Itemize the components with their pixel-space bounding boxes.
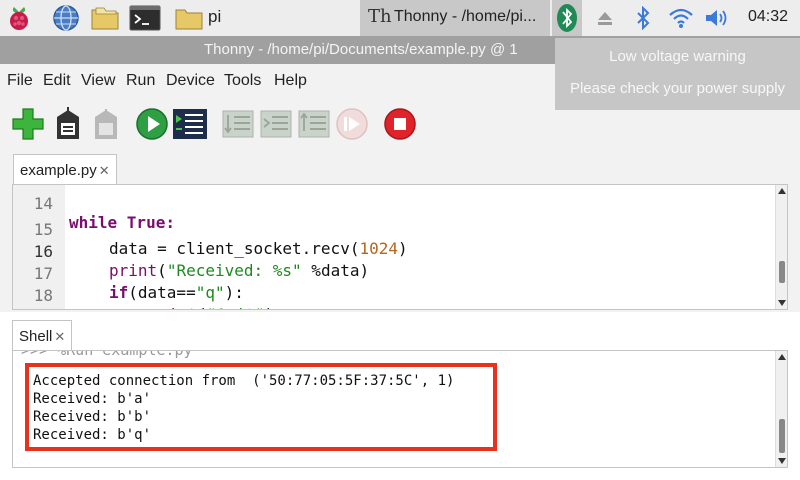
task-button-label: Thonny - /home/pi... bbox=[394, 8, 537, 25]
folder-icon[interactable] bbox=[172, 2, 206, 34]
shell-output-line: Received: b'a' bbox=[33, 391, 152, 407]
scroll-up-icon[interactable] bbox=[778, 354, 786, 360]
new-file-icon[interactable] bbox=[10, 106, 46, 142]
line-number: 19 bbox=[13, 308, 53, 309]
window-title: Thonny - /home/pi/Documents/example.py @… bbox=[204, 41, 518, 58]
step-over-icon[interactable] bbox=[220, 106, 256, 142]
shell-console[interactable]: >>> %Run example.py Accepted connection … bbox=[12, 350, 788, 468]
scroll-down-icon[interactable] bbox=[778, 300, 786, 306]
tab-shell[interactable]: Shell ✕ bbox=[12, 320, 73, 352]
bluetooth-icon[interactable] bbox=[626, 2, 660, 34]
resume-icon[interactable] bbox=[334, 106, 370, 142]
code-line: 14 while True: bbox=[13, 185, 777, 232]
menu-device[interactable]: Device bbox=[166, 72, 215, 90]
code-line: 17 if(data=="q"): bbox=[13, 245, 777, 302]
terminal-icon[interactable] bbox=[128, 2, 162, 34]
editor-scrollbar[interactable] bbox=[775, 185, 787, 309]
clock[interactable]: 04:32 bbox=[748, 8, 788, 26]
code-line: 15 data = client_socket.recv(1024) bbox=[13, 201, 777, 258]
scroll-down-icon[interactable] bbox=[778, 458, 786, 464]
shell-output-line: Accepted connection from ('50:77:05:5F:3… bbox=[33, 373, 455, 389]
file-manager-icon[interactable] bbox=[88, 2, 122, 34]
stop-icon[interactable] bbox=[382, 106, 418, 142]
shell-scrollbar[interactable] bbox=[775, 351, 787, 467]
scroll-thumb[interactable] bbox=[779, 261, 785, 283]
thonny-task-button[interactable]: Th Thonny - /home/pi... bbox=[360, 0, 550, 36]
menu-file[interactable]: File bbox=[7, 72, 33, 90]
shell-prompt-line: >>> %Run example.py bbox=[21, 350, 193, 359]
code-editor[interactable]: 14 while True: 15 data = client_socket.r… bbox=[12, 184, 788, 310]
close-tab-icon[interactable]: ✕ bbox=[99, 163, 110, 178]
shell-output-line: Received: b'b' bbox=[33, 409, 152, 425]
low-voltage-notification[interactable]: Low voltage warning Please check your po… bbox=[555, 38, 800, 110]
code-line: 19 break bbox=[13, 289, 777, 309]
close-tab-icon[interactable]: ✕ bbox=[54, 329, 65, 344]
volume-icon[interactable] bbox=[700, 2, 734, 34]
open-file-icon[interactable] bbox=[50, 106, 86, 142]
debug-icon[interactable] bbox=[172, 106, 208, 142]
thonny-app-icon: Th bbox=[368, 6, 392, 27]
raspberry-menu-icon[interactable] bbox=[2, 2, 36, 34]
scroll-up-icon[interactable] bbox=[778, 188, 786, 194]
scroll-thumb[interactable] bbox=[779, 419, 785, 453]
step-into-icon[interactable] bbox=[258, 106, 294, 142]
menu-run[interactable]: Run bbox=[126, 72, 155, 90]
code-line: 18 print("Quit") bbox=[13, 267, 777, 309]
run-icon[interactable] bbox=[134, 106, 170, 142]
folder-label[interactable]: pi bbox=[208, 7, 221, 27]
code-line: 16 print("Received: %s" %data) bbox=[13, 223, 777, 280]
menu-edit[interactable]: Edit bbox=[43, 72, 71, 90]
notification-title: Low voltage warning bbox=[609, 48, 746, 65]
menu-tools[interactable]: Tools bbox=[224, 72, 261, 90]
menu-help[interactable]: Help bbox=[274, 72, 307, 90]
tab-label: Shell bbox=[19, 328, 53, 345]
notification-message: Please check your power supply bbox=[569, 80, 786, 97]
eject-icon[interactable] bbox=[588, 2, 622, 34]
shell-output-line: Received: b'q' bbox=[33, 427, 152, 443]
system-taskbar: pi Th Thonny - /home/pi... 04:32 bbox=[0, 0, 800, 36]
wifi-icon[interactable] bbox=[664, 2, 698, 34]
browser-globe-icon[interactable] bbox=[49, 2, 83, 34]
menu-view[interactable]: View bbox=[81, 72, 115, 90]
tab-label: example.py bbox=[20, 162, 97, 179]
step-out-icon[interactable] bbox=[296, 106, 332, 142]
save-file-icon[interactable] bbox=[88, 106, 124, 142]
bluetooth-device-icon[interactable] bbox=[552, 0, 582, 36]
tab-example-py[interactable]: example.py ✕ bbox=[13, 154, 117, 186]
